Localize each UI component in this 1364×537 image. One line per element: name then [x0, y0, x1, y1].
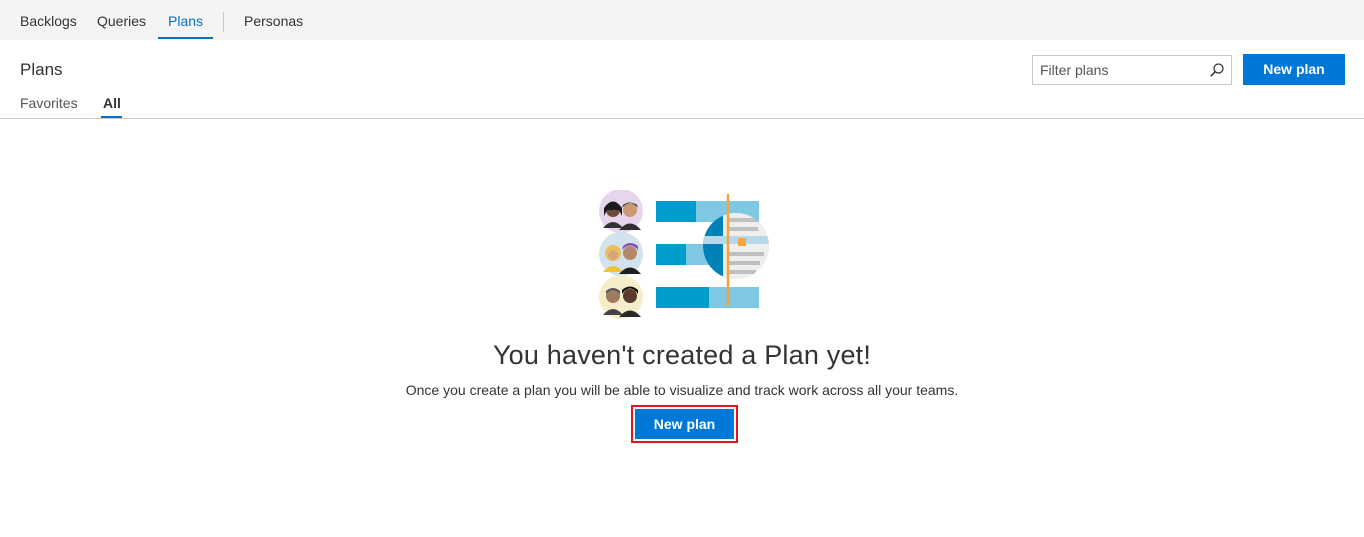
- filter-box: [1032, 55, 1232, 85]
- header-divider: [0, 118, 1364, 119]
- plan-bar-2: [656, 244, 686, 265]
- nav-separator: [223, 12, 224, 32]
- new-plan-button[interactable]: New plan: [635, 409, 734, 439]
- empty-state-description: Once you create a plan you will be able …: [405, 382, 959, 398]
- team-avatars-2: [599, 232, 643, 276]
- tab-all[interactable]: All: [103, 95, 121, 111]
- nav-tab-personas[interactable]: Personas: [244, 0, 303, 40]
- nav-active-indicator: [158, 37, 213, 39]
- new-plan-button-header[interactable]: New plan: [1243, 54, 1345, 85]
- nav-tab-queries[interactable]: Queries: [97, 0, 146, 40]
- filter-plans-input[interactable]: [1033, 56, 1210, 84]
- search-icon[interactable]: [1209, 62, 1225, 78]
- team-avatars-3: [599, 275, 643, 319]
- plan-bar-1: [656, 201, 696, 222]
- tab-favorites[interactable]: Favorites: [20, 95, 78, 111]
- plans-teams-illustration: [599, 190, 769, 319]
- top-navigation: Backlogs Queries Plans Personas: [0, 0, 1364, 40]
- empty-state-title: You haven't created a Plan yet!: [492, 340, 872, 370]
- plan-bar-3: [656, 287, 709, 308]
- team-avatars-1: [599, 190, 643, 233]
- nav-tab-backlogs[interactable]: Backlogs: [20, 0, 77, 40]
- nav-tab-plans[interactable]: Plans: [168, 0, 203, 40]
- page-title: Plans: [20, 60, 63, 79]
